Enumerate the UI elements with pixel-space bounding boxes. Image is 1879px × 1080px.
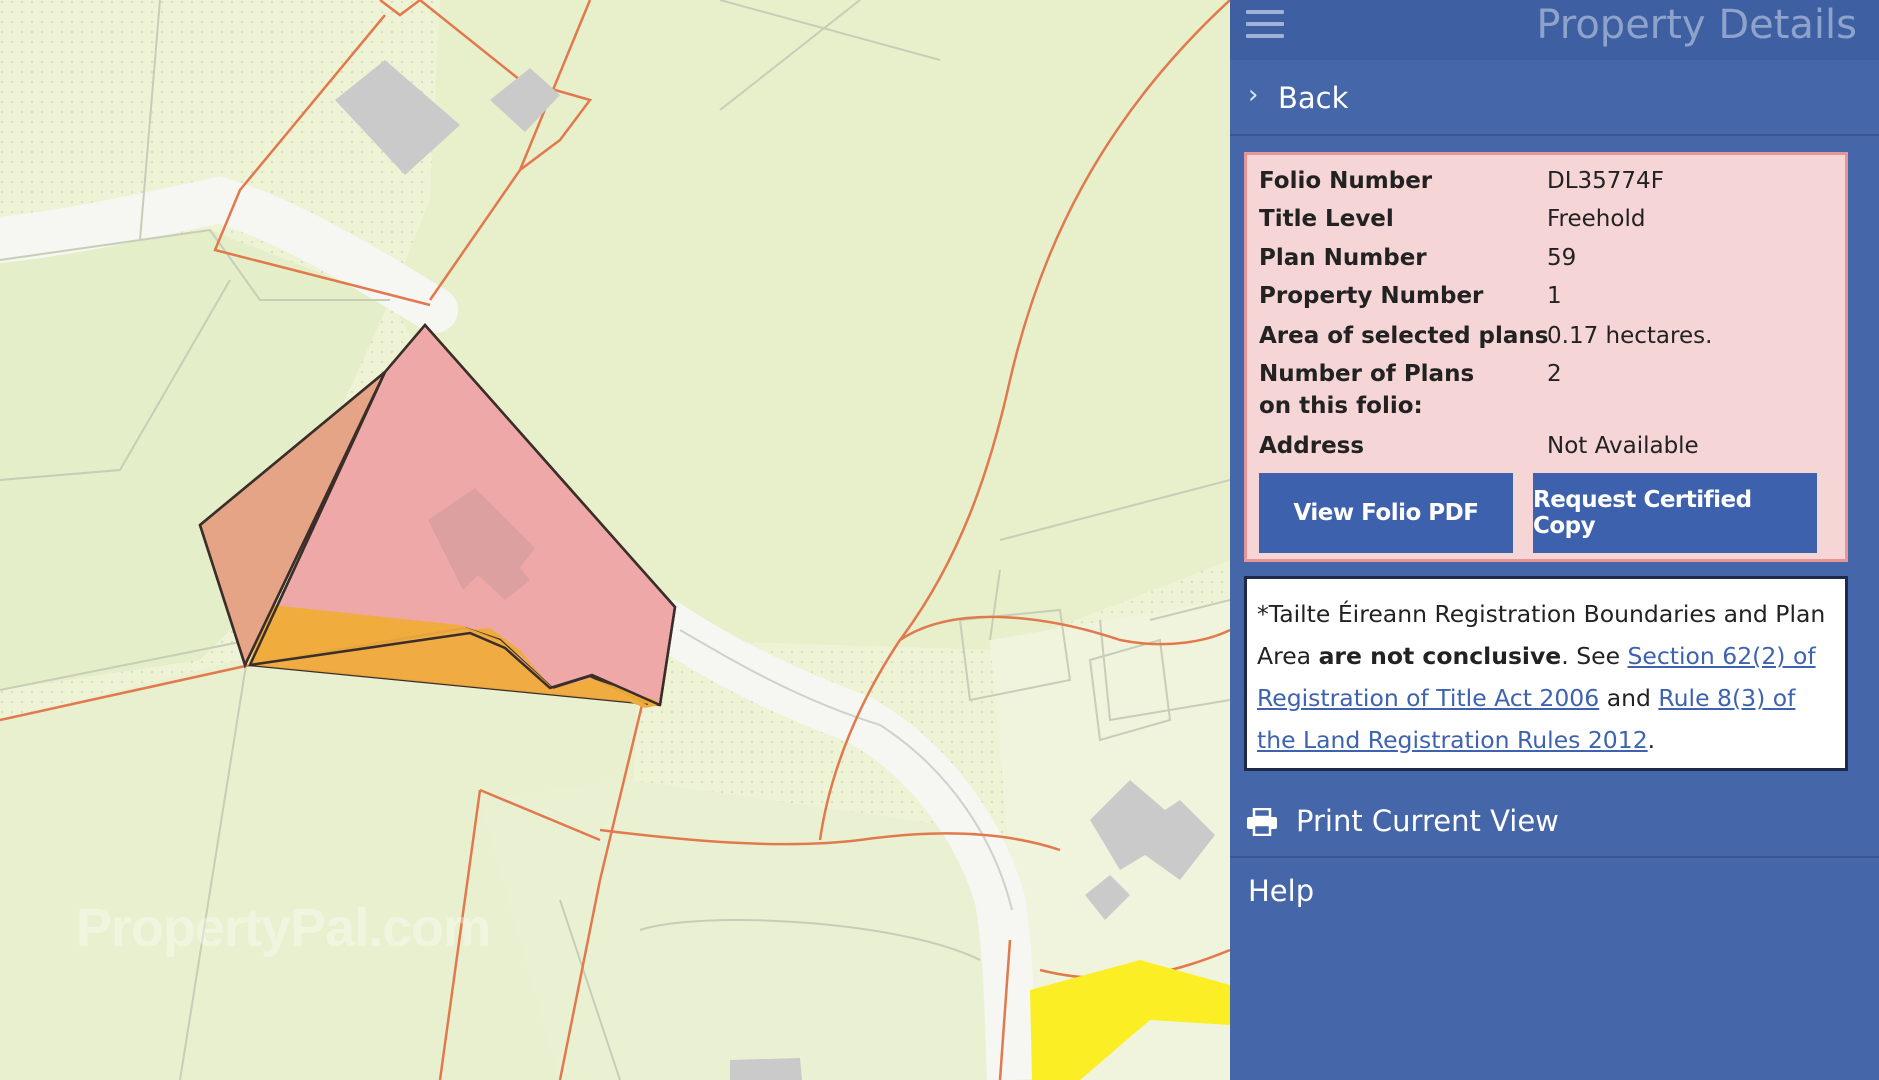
panel-header: Property Details <box>1230 0 1879 60</box>
notice-conjunction: and <box>1599 684 1659 712</box>
detail-value: DL35774F <box>1547 168 1664 194</box>
map-watermark: PropertyPal.com <box>76 898 491 958</box>
detail-label: Plan Number <box>1259 245 1427 271</box>
detail-label: Area of selected plans <box>1259 323 1549 349</box>
detail-value: 1 <box>1547 283 1562 309</box>
hamburger-menu-icon[interactable] <box>1246 10 1284 40</box>
disclaimer-notice: *Tailte Éireann Registration Boundaries … <box>1244 576 1848 771</box>
detail-label: Number of Plans on this folio: <box>1259 361 1475 419</box>
request-certified-copy-button[interactable]: Request Certified Copy <box>1533 473 1817 553</box>
print-label: Print Current View <box>1296 804 1559 838</box>
back-button[interactable]: › Back <box>1230 66 1879 136</box>
detail-value: 59 <box>1547 245 1577 271</box>
detail-label: Address <box>1259 433 1365 459</box>
printer-icon <box>1247 808 1277 836</box>
detail-label: Folio Number <box>1259 168 1433 194</box>
detail-value: 0.17 hectares. <box>1547 323 1713 349</box>
print-current-view-button[interactable]: Print Current View <box>1230 790 1879 858</box>
help-label: Help <box>1248 874 1315 908</box>
view-folio-pdf-button[interactable]: View Folio PDF <box>1259 473 1513 553</box>
property-details-box: Folio Number DL35774F Title Level Freeho… <box>1244 152 1848 562</box>
detail-value: Not Available <box>1547 433 1699 459</box>
notice-emphasis: are not conclusive <box>1318 642 1562 670</box>
map-view[interactable]: PropertyPal.com <box>0 0 1230 1080</box>
panel-title: Property Details <box>1536 2 1857 48</box>
help-button[interactable]: Help <box>1230 860 1879 926</box>
notice-middle: . See <box>1561 642 1628 670</box>
back-label: Back <box>1278 81 1349 115</box>
property-details-panel: Property Details › Back Folio Number DL3… <box>1230 0 1879 1080</box>
detail-value: 2 <box>1547 361 1562 387</box>
detail-value: Freehold <box>1547 206 1646 232</box>
detail-label: Title Level <box>1259 206 1394 232</box>
detail-label: Property Number <box>1259 283 1484 309</box>
notice-suffix: . <box>1647 726 1656 754</box>
chevron-right-icon: › <box>1248 80 1259 110</box>
